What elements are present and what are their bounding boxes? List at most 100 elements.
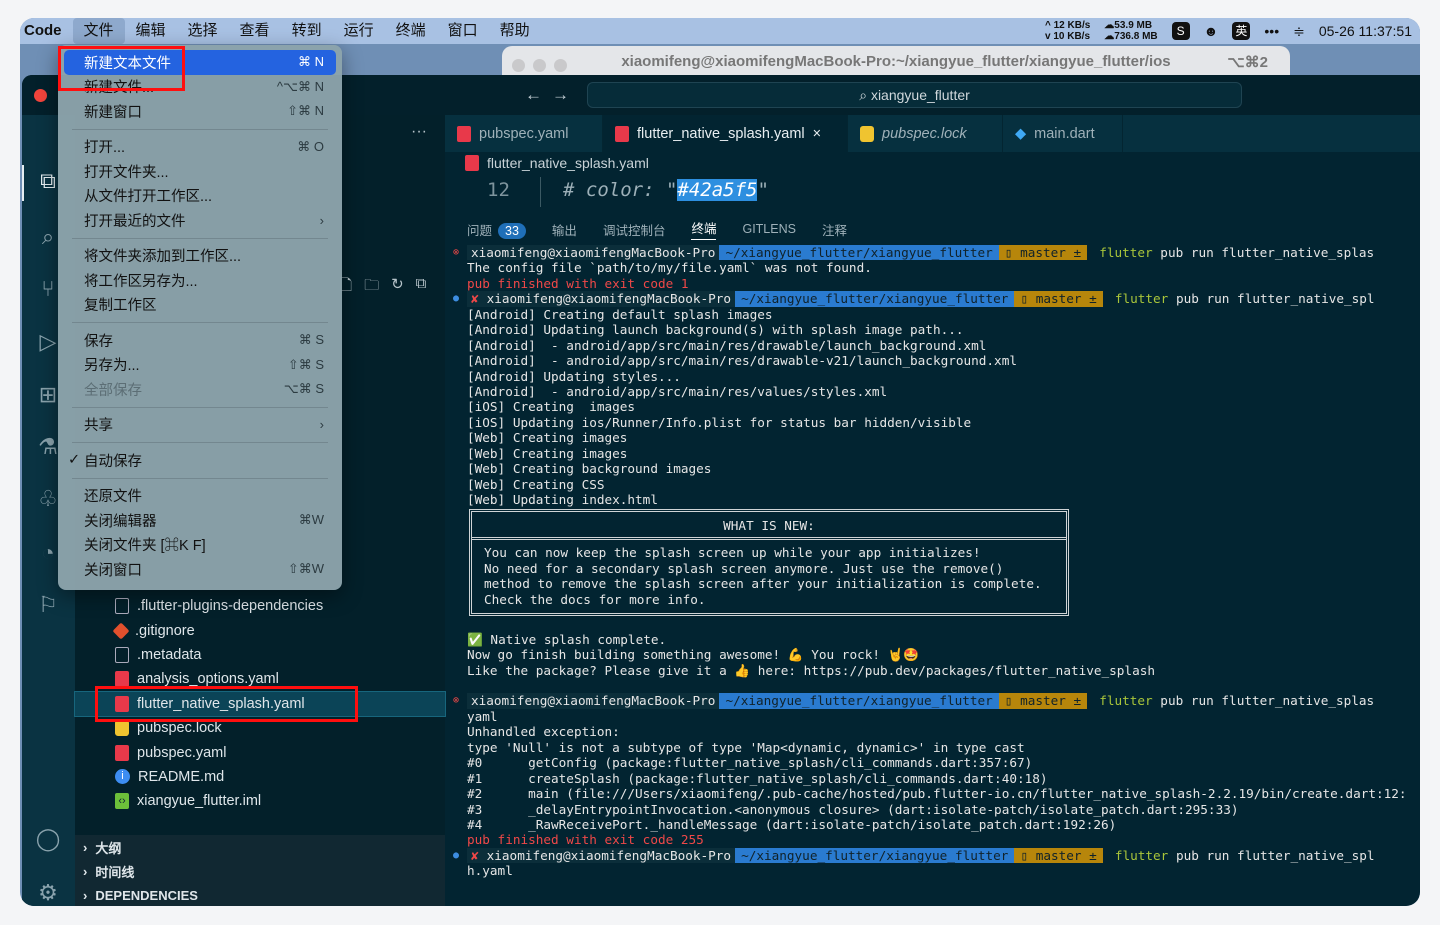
whats-new-line: No need for a secondary splash screen an… (484, 560, 1004, 576)
close-tab-icon[interactable]: × (813, 126, 821, 142)
more-actions-icon[interactable]: ··· (411, 123, 427, 141)
terminal-output[interactable]: ⊗ xiaomifeng@xiaomifengMacBook-Pro ~/xiang… (445, 245, 1420, 879)
menu-app-code[interactable]: Code (20, 18, 73, 44)
checkmark-icon: ✓ (68, 452, 81, 469)
menu-run[interactable]: 运行 (333, 18, 385, 44)
file-item[interactable]: i README.md (75, 765, 445, 789)
tab-pubspec-lock[interactable]: pubspec.lock (848, 115, 1003, 152)
file-menu-item[interactable]: 打开... ⌘ O (64, 135, 336, 160)
section-label: 大纲 (95, 840, 122, 856)
file-menu-item[interactable]: 打开最近的文件 › (64, 208, 336, 233)
file-menu-item[interactable]: 从文件打开工作区... (64, 184, 336, 209)
file-menu-item[interactable]: 新建窗口 ⇧⌘ N (64, 99, 336, 124)
clock[interactable]: 05-26 11:37:51 (1319, 23, 1412, 39)
whats-new-line: method to remove the splash screen after… (484, 576, 1042, 592)
tab-output[interactable]: 输出 (552, 220, 577, 239)
tab-debug-console[interactable]: 调试控制台 (603, 220, 666, 239)
dart-icon: ◆ (1015, 125, 1027, 142)
terminal-line: [Android] - android/app/src/main/res/dra… (467, 353, 1017, 369)
sogou-icon[interactable]: S (1171, 22, 1190, 40)
file-menu-item[interactable]: 全部保存 ⌥⌘ S (64, 377, 336, 402)
explorer-toolbar: 🗋 🗀 ↻ ⧉ (340, 275, 426, 300)
file-item[interactable]: pubspec.yaml (75, 740, 445, 764)
close-window-button[interactable] (34, 89, 47, 102)
file-menu-item[interactable]: 保存 ⌘ S (64, 328, 336, 353)
menu-item-label: 从文件打开工作区... (84, 189, 213, 206)
more-icon[interactable]: ••• (1264, 23, 1279, 39)
menu-selection[interactable]: 选择 (177, 18, 229, 44)
terminal-line: ✅ Native splash complete. (467, 631, 667, 647)
iml-icon: ‹› (115, 793, 129, 810)
file-menu-item[interactable]: 关闭窗口 ⇧⌘W (64, 557, 336, 582)
file-item[interactable]: .metadata (75, 643, 445, 667)
control-center-icon[interactable]: ≑ (1293, 23, 1305, 40)
terminal-prompt: ⊗ xiaomifeng@xiaomifengMacBook-Pro ~/xiang… (445, 693, 1420, 709)
settings-gear-icon[interactable]: ⚙ (34, 879, 62, 906)
forward-icon[interactable]: → (552, 85, 579, 104)
file-menu-item[interactable]: ✓ 自动保存 (64, 448, 336, 473)
file-menu-item[interactable]: 复制工作区 (64, 293, 336, 318)
file-item[interactable]: ‹› xiangyue_flutter.iml (75, 789, 445, 813)
section-timeline[interactable]: › 时间线 (75, 859, 445, 883)
lock-icon (115, 720, 129, 737)
back-icon[interactable]: ← (525, 85, 552, 104)
memory-usage: ☁53.9 MB ☁736.8 MB (1104, 20, 1158, 42)
file-menu-item[interactable]: 将文件夹添加到工作区... (64, 244, 336, 269)
terminal-window-title: xiaomifeng@xiaomifengMacBook-Pro:~/xiang… (621, 53, 1171, 70)
tab-pubspec-yaml[interactable]: pubspec.yaml (445, 115, 603, 152)
menu-file[interactable]: 文件 (72, 18, 125, 44)
file-item[interactable]: .gitignore (75, 618, 445, 642)
menu-window[interactable]: 窗口 (437, 18, 489, 44)
menu-item-label: 关闭编辑器 (84, 513, 157, 530)
terminal-line: [iOS] Updating ios/Runner/Info.plist for… (467, 414, 972, 430)
file-menu-item[interactable]: 另存为... ⇧⌘ S (64, 353, 336, 378)
section-outline[interactable]: › 大纲 (75, 835, 445, 859)
file-menu-item[interactable]: 共享 › (64, 413, 336, 438)
tab-comments[interactable]: 注释 (822, 220, 847, 239)
menu-shortcut: ⌘ N (298, 54, 324, 70)
file-item[interactable]: .flutter-plugins-dependencies (75, 594, 445, 618)
collapse-all-icon[interactable]: ⧉ (416, 275, 427, 300)
tab-label: flutter_native_splash.yaml (637, 125, 805, 142)
whats-new-line: You can now keep the splash screen up wh… (484, 545, 981, 561)
tab-terminal[interactable]: 终端 (691, 218, 717, 240)
yaml-icon (465, 155, 479, 171)
bookmark-icon[interactable]: ⚐ (34, 591, 62, 619)
command-center-search[interactable]: ⌕ xiangyue_flutter (587, 82, 1242, 108)
file-menu-item[interactable]: 将工作区另存为... (64, 268, 336, 293)
file-menu-dropdown: 新建文本文件 ⌘ N 新建文件... ^⌥⌘ N 新建窗口 ⇧⌘ N 打开... ⌘ O 打开文… (58, 45, 342, 590)
breadcrumb[interactable]: flutter_native_splash.yaml (465, 155, 649, 171)
refresh-icon[interactable]: ↻ (391, 275, 404, 300)
new-folder-icon[interactable]: 🗀 (364, 275, 379, 300)
breadcrumb-file: flutter_native_splash.yaml (487, 155, 649, 171)
file-menu-item[interactable]: 关闭编辑器 ⌘W (64, 508, 336, 533)
menu-view[interactable]: 查看 (229, 18, 281, 44)
face-icon[interactable]: ☻ (1204, 23, 1219, 39)
menu-go[interactable]: 转到 (281, 18, 333, 44)
menu-edit[interactable]: 编辑 (125, 18, 177, 44)
menu-item-label: 共享 (84, 418, 113, 435)
tab-gitlens[interactable]: GITLENS (742, 222, 796, 236)
file-menu-item[interactable]: 关闭文件夹 [⌘K F] (64, 533, 336, 558)
file-icon (115, 646, 129, 663)
tab-problems[interactable]: 问题 33 (467, 220, 526, 239)
code-line[interactable]: 12 # color: "#42a5f5" (445, 177, 1420, 207)
file-menu-item[interactable]: 打开文件夹... (64, 159, 336, 184)
nav-arrows[interactable]: ←→ (525, 85, 579, 105)
file-menu-item[interactable]: 还原文件 (64, 484, 336, 509)
terminal-line: pub finished with exit code 255 (467, 832, 704, 848)
menu-help[interactable]: 帮助 (489, 18, 541, 44)
account-icon[interactable]: ◯ (34, 825, 62, 853)
tab-main-dart[interactable]: ◆ main.dart (1003, 115, 1123, 152)
prompt-segments: xiaomifeng@xiaomifengMacBook-Pro ~/xiangy… (467, 693, 1374, 709)
whats-new-line: Check the docs for more info. (484, 591, 706, 607)
menu-item-label: 还原文件 (84, 489, 142, 506)
menu-shortcut: ⌘ O (297, 138, 324, 154)
section-label: DEPENDENCIES (95, 887, 198, 903)
ime-indicator[interactable]: 英 (1232, 22, 1251, 40)
tab-flutter-native-splash[interactable]: flutter_native_splash.yaml × (603, 115, 848, 152)
menu-terminal[interactable]: 终端 (385, 18, 437, 44)
info-icon: i (115, 769, 130, 785)
section-dependencies[interactable]: › DEPENDENCIES (75, 883, 445, 906)
